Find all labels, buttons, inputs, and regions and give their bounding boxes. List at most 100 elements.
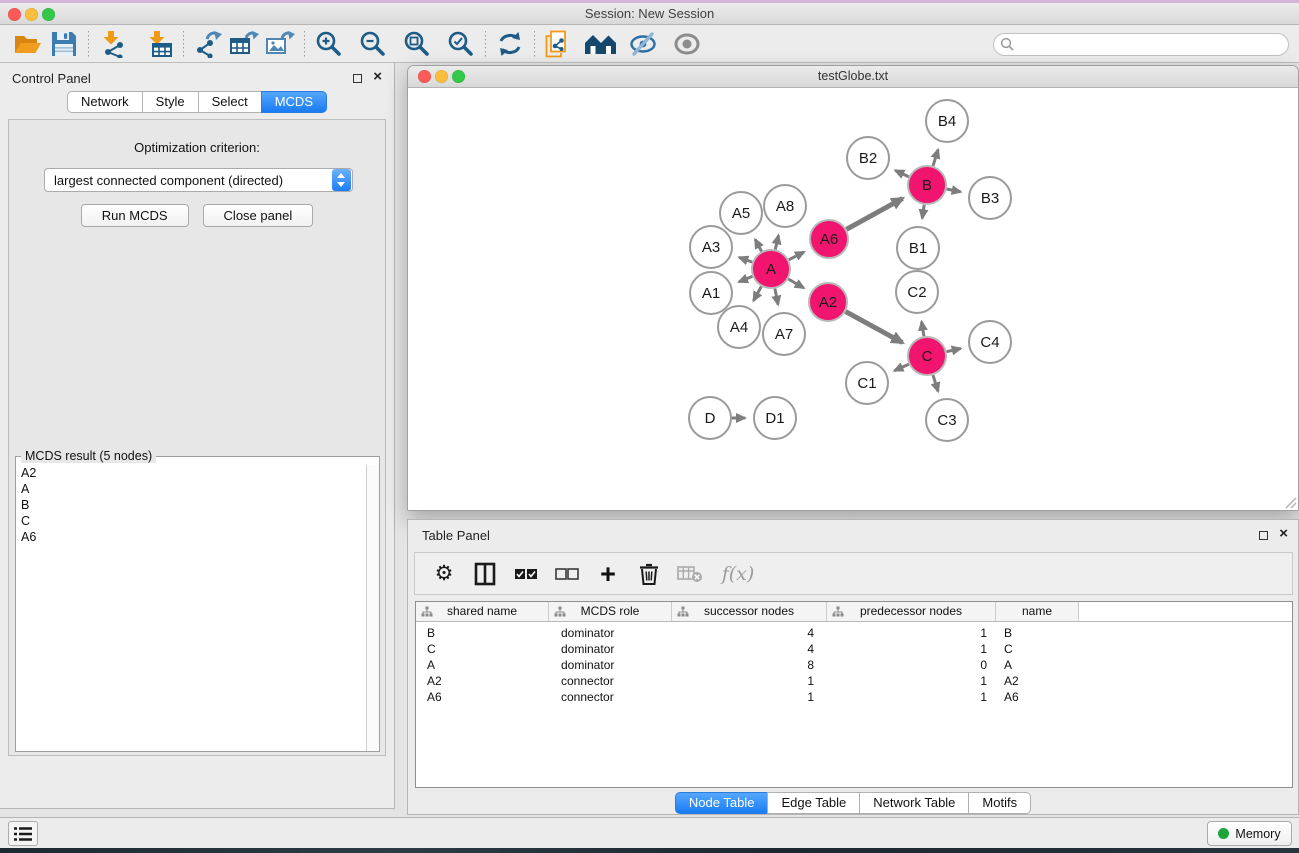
graph-edge-C-C4[interactable] [947, 349, 961, 352]
tab-network-table[interactable]: Network Table [859, 792, 969, 814]
graph-node-A6[interactable]: A6 [810, 220, 848, 258]
graph-edge-A-A5[interactable] [755, 239, 761, 251]
graph-node-B[interactable]: B [908, 166, 946, 204]
mcds-result-item[interactable]: A [16, 481, 366, 497]
close-network-window-icon[interactable] [418, 70, 431, 83]
graph-edge-B-B2[interactable] [895, 171, 909, 177]
column-header-predecessor-nodes[interactable]: predecessor nodes [827, 602, 996, 621]
graph-node-A1[interactable]: A1 [690, 272, 732, 314]
graph-node-A3[interactable]: A3 [690, 226, 732, 268]
column-visibility-button[interactable] [472, 561, 498, 587]
tab-edge-table[interactable]: Edge Table [767, 792, 860, 814]
graph-node-D1[interactable]: D1 [754, 397, 796, 439]
mcds-result-item[interactable]: A2 [16, 465, 366, 481]
search-input[interactable] [1015, 35, 1288, 54]
graph-node-A2[interactable]: A2 [809, 283, 847, 321]
column-header-name[interactable]: name [996, 602, 1079, 621]
hide-selected-button[interactable] [625, 28, 661, 60]
graph-node-B4[interactable]: B4 [926, 100, 968, 142]
graph-edge-A-A7[interactable] [775, 289, 778, 305]
export-image-button[interactable] [262, 28, 298, 60]
column-header-shared-name[interactable]: shared name [416, 602, 549, 621]
graph-edge-A2-C[interactable] [846, 312, 903, 343]
tab-network[interactable]: Network [67, 91, 143, 113]
table-row[interactable]: Cdominator41C [416, 641, 1292, 657]
table-row[interactable]: A2connector11A2 [416, 673, 1292, 689]
graph-node-A8[interactable]: A8 [764, 185, 806, 227]
minimize-network-window-icon[interactable] [435, 70, 448, 83]
zoom-selected-button[interactable] [443, 28, 479, 60]
import-network-button[interactable] [95, 28, 131, 60]
column-header-successor-nodes[interactable]: successor nodes [672, 602, 827, 621]
deselect-all-columns-button[interactable] [554, 561, 580, 587]
graph-node-A7[interactable]: A7 [763, 313, 805, 355]
graph-edge-A-A1[interactable] [739, 276, 753, 282]
close-panel-button[interactable]: Close panel [203, 204, 314, 227]
delete-table-button[interactable] [677, 561, 703, 587]
add-column-button[interactable]: + [595, 561, 621, 587]
close-table-panel-icon[interactable]: × [1279, 526, 1288, 542]
zoom-network-window-icon[interactable] [452, 70, 465, 83]
table-row[interactable]: Adominator80A [416, 657, 1292, 673]
table-settings-button[interactable]: ⚙ [431, 561, 457, 587]
graph-edge-C-C3[interactable] [933, 375, 938, 391]
mcds-result-item[interactable]: C [16, 513, 366, 529]
graph-edge-C-C2[interactable] [922, 322, 924, 337]
network-canvas[interactable]: B4B2BB3A5A8A6A3B1AA1C2A2A4A7C4CC1C3DD1 [408, 88, 1298, 510]
graph-edge-A-A4[interactable] [754, 287, 762, 301]
close-panel-icon[interactable]: × [373, 69, 382, 85]
graph-node-A5[interactable]: A5 [720, 192, 762, 234]
column-header-mcds-role[interactable]: MCDS role [549, 602, 672, 621]
open-file-button[interactable] [10, 28, 46, 60]
float-panel-icon[interactable] [353, 74, 362, 83]
import-table-button[interactable] [141, 28, 177, 60]
save-session-button[interactable] [46, 28, 82, 60]
graph-node-A4[interactable]: A4 [718, 306, 760, 348]
float-table-panel-icon[interactable] [1259, 531, 1268, 540]
graph-node-C[interactable]: C [908, 337, 946, 375]
window-resize-grip[interactable] [1285, 497, 1297, 509]
run-mcds-button[interactable]: Run MCDS [81, 204, 189, 227]
graph-node-C2[interactable]: C2 [896, 271, 938, 313]
export-table-button[interactable] [226, 28, 262, 60]
zoom-fit-button[interactable] [399, 28, 435, 60]
graph-node-C3[interactable]: C3 [926, 399, 968, 441]
new-network-from-selection-button[interactable] [541, 28, 577, 60]
graph-edge-B-B3[interactable] [947, 189, 961, 192]
zoom-in-button[interactable] [311, 28, 347, 60]
delete-column-button[interactable] [636, 561, 662, 587]
graph-node-C4[interactable]: C4 [969, 321, 1011, 363]
table-row[interactable]: A6connector11A6 [416, 689, 1292, 705]
export-network-button[interactable] [190, 28, 226, 60]
zoom-out-button[interactable] [355, 28, 391, 60]
home-networks-button[interactable] [583, 28, 619, 60]
graph-node-A[interactable]: A [752, 250, 790, 288]
panel-divider-handle[interactable] [845, 513, 859, 516]
graph-node-B1[interactable]: B1 [897, 227, 939, 269]
graph-edge-A-A2[interactable] [788, 279, 804, 288]
graph-node-C1[interactable]: C1 [846, 362, 888, 404]
show-hidden-button[interactable] [669, 28, 705, 60]
graph-node-B2[interactable]: B2 [847, 137, 889, 179]
table-row[interactable]: Bdominator41B [416, 625, 1292, 641]
graph-edge-A-A6[interactable] [789, 252, 804, 260]
tab-node-table[interactable]: Node Table [675, 792, 769, 814]
graph-edge-A-A3[interactable] [739, 257, 752, 262]
graph-edge-B-B1[interactable] [922, 205, 924, 219]
tab-motifs[interactable]: Motifs [968, 792, 1031, 814]
tab-select[interactable]: Select [198, 91, 262, 113]
function-builder-button[interactable]: f(x) [718, 561, 758, 587]
select-all-columns-button[interactable] [513, 561, 539, 587]
graph-edge-C-C1[interactable] [894, 364, 908, 371]
mcds-result-item[interactable]: A6 [16, 529, 366, 545]
criterion-select[interactable]: largest connected component (directed) [44, 168, 353, 192]
mcds-result-scrollbar[interactable] [366, 465, 379, 751]
show-task-history-button[interactable] [8, 821, 38, 846]
close-window-icon[interactable] [8, 8, 21, 21]
graph-edge-B-B4[interactable] [933, 150, 938, 166]
graph-edge-A6-B[interactable] [847, 199, 903, 230]
refresh-view-button[interactable] [492, 28, 528, 60]
mcds-result-item[interactable]: B [16, 497, 366, 513]
memory-button[interactable]: Memory [1207, 821, 1292, 846]
zoom-window-icon[interactable] [42, 8, 55, 21]
